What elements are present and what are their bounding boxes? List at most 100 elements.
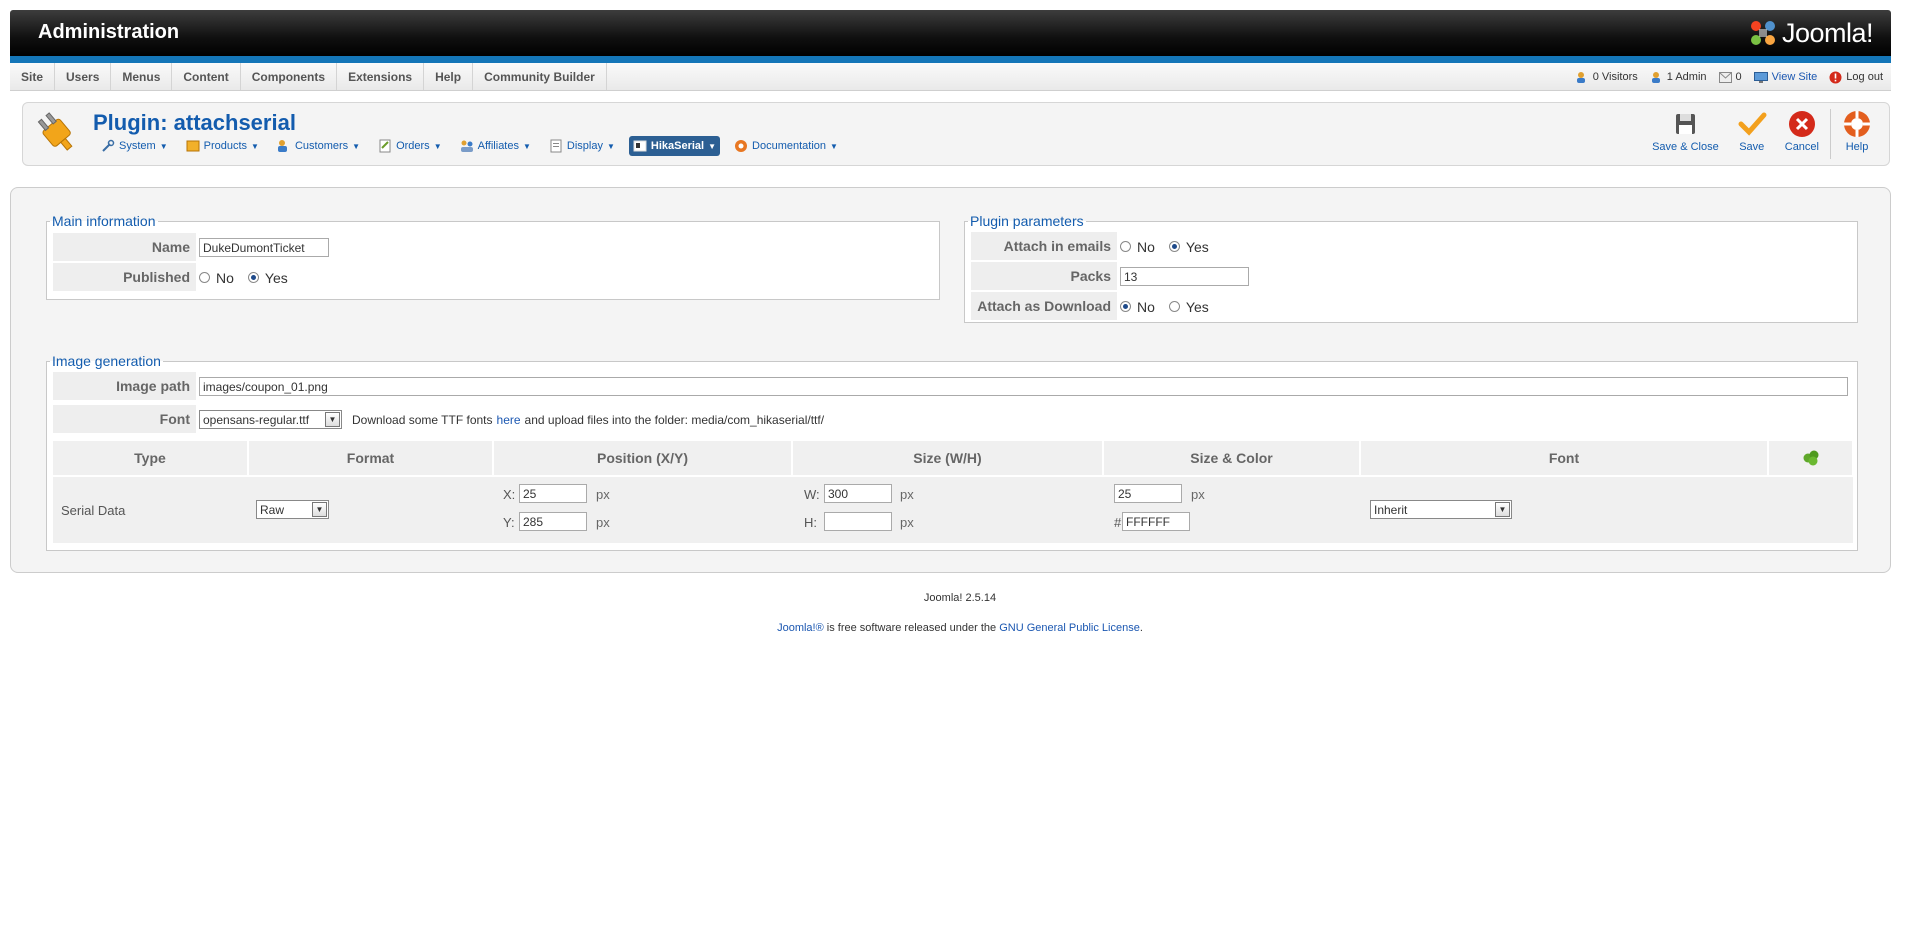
chevron-down-icon: ▼ (830, 141, 838, 151)
menu-users[interactable]: Users (55, 63, 112, 90)
attach-emails-no-radio[interactable] (1120, 241, 1131, 252)
chevron-down-icon: ▼ (352, 141, 361, 151)
image-path-input[interactable] (199, 377, 1848, 396)
column-header-font: Font (1361, 441, 1768, 475)
image-generation-legend: Image generation (52, 353, 161, 369)
logout-link[interactable]: Log out (1829, 71, 1883, 84)
page-title: Plugin: attachserial (93, 110, 296, 135)
image-path-label: Image path (53, 372, 196, 401)
joomla-logo-icon (1750, 21, 1775, 45)
component-submenu: System ▼ Products ▼ Customers ▼ Orders ▼ Aff… (97, 136, 842, 156)
height-input[interactable] (824, 512, 892, 531)
add-element-icon[interactable] (1802, 449, 1820, 467)
packs-value-cell (1117, 267, 1249, 286)
image-generation-fieldset: Image generation Image path Font opensan… (46, 353, 1858, 551)
font-download-link[interactable]: here (497, 413, 521, 427)
toolbar-divider (1830, 109, 1831, 159)
attach-download-yes-label: Yes (1185, 298, 1209, 315)
y-input[interactable] (519, 512, 587, 531)
messages-status[interactable]: 0 (1718, 71, 1742, 83)
version-text: Joomla! 2.5.14 (923, 592, 997, 604)
submenu-hikaserial-label: HikaSerial (650, 140, 705, 152)
attach-emails-yes-label: Yes (1185, 238, 1209, 255)
format-select[interactable]: Raw ▼ (256, 500, 329, 519)
font-hint-folder: and upload files into the folder: media/… (524, 412, 825, 427)
footer-version: Joomla! 2.5.14 (0, 592, 1920, 604)
submenu-orders[interactable]: Orders ▼ (374, 136, 446, 156)
packs-input[interactable] (1120, 267, 1249, 286)
attach-emails-label: Attach in emails (971, 232, 1117, 261)
menu-content[interactable]: Content (172, 63, 241, 90)
attach-download-yes-radio[interactable] (1168, 301, 1180, 312)
attach-download-label: Attach as Download (971, 292, 1117, 321)
size-unit: px (1191, 487, 1205, 502)
cancel-button[interactable]: Cancel (1776, 109, 1828, 153)
save-button[interactable]: Save (1728, 109, 1776, 153)
submenu-display[interactable]: Display ▼ (545, 136, 619, 156)
menu-extensions[interactable]: Extensions (337, 63, 425, 90)
menu-site[interactable]: Site (10, 63, 56, 90)
save-close-button[interactable]: Save & Close (1643, 109, 1728, 153)
joomla-link[interactable]: Joomla!® (777, 622, 824, 634)
y-unit: px (596, 515, 610, 530)
column-header-size-color: Size & Color (1104, 441, 1360, 475)
lifebuoy-icon (735, 140, 748, 152)
width-input[interactable] (824, 484, 892, 503)
font-select-value: opensans-regular.ttf (203, 412, 310, 427)
row-font-select[interactable]: Inherit ▼ (1370, 500, 1512, 519)
attach-download-no-radio[interactable] (1120, 301, 1131, 312)
color-input[interactable] (1122, 512, 1190, 531)
published-yes-label: Yes (264, 269, 288, 286)
gpl-link[interactable]: GNU General Public License (999, 622, 1140, 634)
submenu-documentation[interactable]: Documentation ▼ (730, 136, 842, 156)
font-value-cell: opensans-regular.ttf ▼ Download some TTF… (196, 410, 824, 429)
dropdown-arrow-icon: ▼ (1495, 502, 1510, 517)
submenu-customers[interactable]: Customers ▼ (273, 136, 364, 156)
admin-header: Administration Joomla! (10, 10, 1891, 56)
floppy-disk-icon (1676, 114, 1696, 134)
font-size-input[interactable] (1114, 484, 1182, 503)
image-elements-table: Type Format Position (X/Y) Size (W/H) Si… (53, 441, 1853, 545)
menu-help[interactable]: Help (424, 63, 474, 90)
menu-components[interactable]: Components (241, 63, 338, 90)
submenu-affiliates[interactable]: Affiliates ▼ (456, 136, 535, 156)
submenu-system[interactable]: System ▼ (97, 136, 172, 156)
help-button[interactable]: Help (1833, 109, 1881, 153)
mail-icon (1718, 71, 1732, 83)
published-no-radio[interactable] (199, 272, 210, 283)
published-yes-radio[interactable] (247, 272, 259, 283)
checkmark-icon (1738, 112, 1767, 136)
font-label: Font (53, 405, 196, 434)
submenu-display-label: Display (566, 140, 603, 152)
main-panel: Main information Name Published No Yes P… (10, 187, 1891, 573)
hikaserial-icon (633, 140, 647, 152)
attach-emails-options: No Yes (1117, 239, 1219, 255)
published-no-label: No (216, 269, 234, 286)
joomla-logo-text: Joomla! (1781, 17, 1874, 48)
main-information-legend: Main information (52, 213, 156, 229)
attach-download-options: No Yes (1117, 299, 1219, 315)
menu-community-builder[interactable]: Community Builder (473, 63, 607, 90)
x-input[interactable] (519, 484, 587, 503)
font-select[interactable]: opensans-regular.ttf ▼ (199, 410, 342, 429)
submenu-customers-label: Customers (294, 140, 349, 152)
submenu-products[interactable]: Products ▼ (182, 136, 263, 156)
status-bar: 0 Visitors 1 Admin 0 View Site Log out (1576, 63, 1883, 91)
name-input[interactable] (199, 238, 329, 257)
submenu-hikaserial[interactable]: HikaSerial ▼ (628, 136, 721, 156)
chevron-down-icon: ▼ (606, 141, 615, 151)
license-text: is free software released under the (826, 622, 997, 634)
attach-emails-yes-radio[interactable] (1168, 241, 1180, 252)
menu-menus[interactable]: Menus (111, 63, 173, 90)
font-row: Font opensans-regular.ttf ▼ Download som… (53, 405, 824, 434)
cancel-label: Cancel (1784, 141, 1819, 153)
dropdown-arrow-icon: ▼ (312, 502, 327, 517)
published-label: Published (53, 263, 196, 292)
submenu-documentation-label: Documentation (752, 140, 827, 152)
lifebuoy-help-icon (1844, 111, 1870, 137)
main-information-fieldset: Main information Name Published No Yes (46, 213, 940, 300)
packs-label: Packs (971, 262, 1117, 291)
attach-download-no-label: No (1137, 298, 1155, 315)
view-site-link[interactable]: View Site (1753, 71, 1818, 83)
view-site-label[interactable]: View Site (1772, 71, 1818, 83)
